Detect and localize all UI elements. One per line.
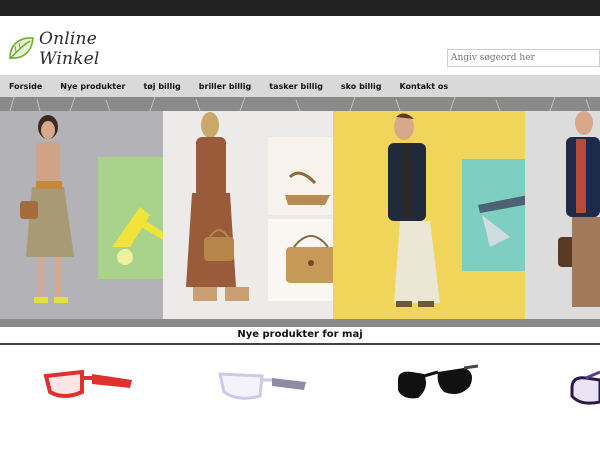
- product-purple-glasses[interactable]: [566, 358, 600, 418]
- nav-item-forside[interactable]: Forside: [0, 82, 51, 91]
- product-red-glasses[interactable]: [42, 358, 134, 418]
- leaf-icon: [9, 37, 34, 60]
- product-list: [0, 348, 600, 450]
- product-white-glasses[interactable]: [216, 358, 308, 418]
- white-glasses-icon: [218, 372, 306, 400]
- nav-item-nye-produkter[interactable]: Nye produkter: [51, 82, 134, 91]
- main-nav: Forside Nye produkter tøj billig briller…: [0, 75, 600, 97]
- nav-item-kontakt-os[interactable]: Kontakt os: [391, 82, 458, 91]
- black-sunglasses-icon: [398, 364, 479, 399]
- product-black-sunglasses[interactable]: [394, 358, 479, 418]
- logo-text: Online Winkel: [39, 29, 100, 69]
- site-logo[interactable]: Online Winkel: [6, 29, 156, 69]
- banner-image: [0, 97, 600, 327]
- search-input[interactable]: [447, 49, 600, 67]
- section-header: Nye produkter for maj: [0, 327, 600, 345]
- red-glasses-icon: [43, 369, 132, 398]
- nav-item-briller-billig[interactable]: briller billig: [190, 82, 260, 91]
- top-strip: [0, 0, 600, 16]
- purple-glasses-icon: [570, 370, 600, 405]
- site-header: Online Winkel: [0, 16, 600, 74]
- nav-item-toj-billig[interactable]: tøj billig: [134, 82, 189, 91]
- nav-item-sko-billig[interactable]: sko billig: [332, 82, 391, 91]
- section-title: Nye produkter for maj: [237, 329, 363, 340]
- fashion-banner[interactable]: [0, 97, 600, 327]
- nav-item-tasker-billig[interactable]: tasker billig: [260, 82, 332, 91]
